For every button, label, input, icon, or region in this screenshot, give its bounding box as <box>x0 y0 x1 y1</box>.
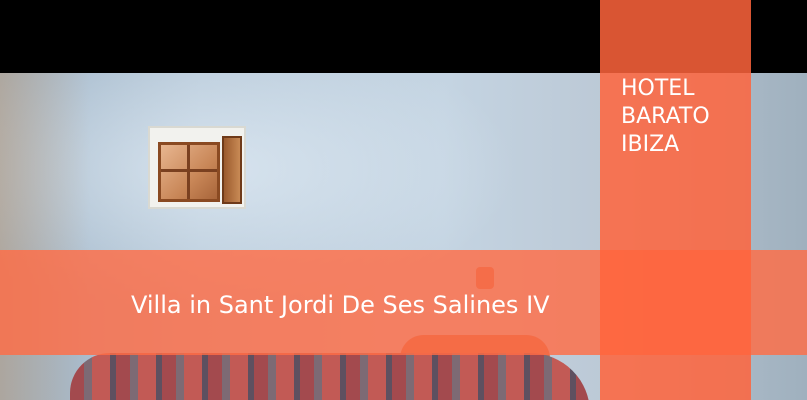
brand-line-ibiza: IBIZA <box>621 132 680 157</box>
small-window <box>148 126 246 209</box>
bed-blanket <box>70 353 590 400</box>
hotel-title: Villa in Sant Jordi De Ses Salines IV <box>131 291 550 319</box>
brand-logo-text[interactable]: HOTEL BARATO IBIZA <box>621 75 741 159</box>
brand-line-hotel: HOTEL <box>621 76 695 101</box>
window-glass <box>158 142 220 202</box>
brand-column <box>600 0 751 400</box>
window-shutter <box>222 136 242 204</box>
window-mullion-vertical <box>187 145 190 199</box>
brand-line-barato: BARATO <box>621 104 710 129</box>
